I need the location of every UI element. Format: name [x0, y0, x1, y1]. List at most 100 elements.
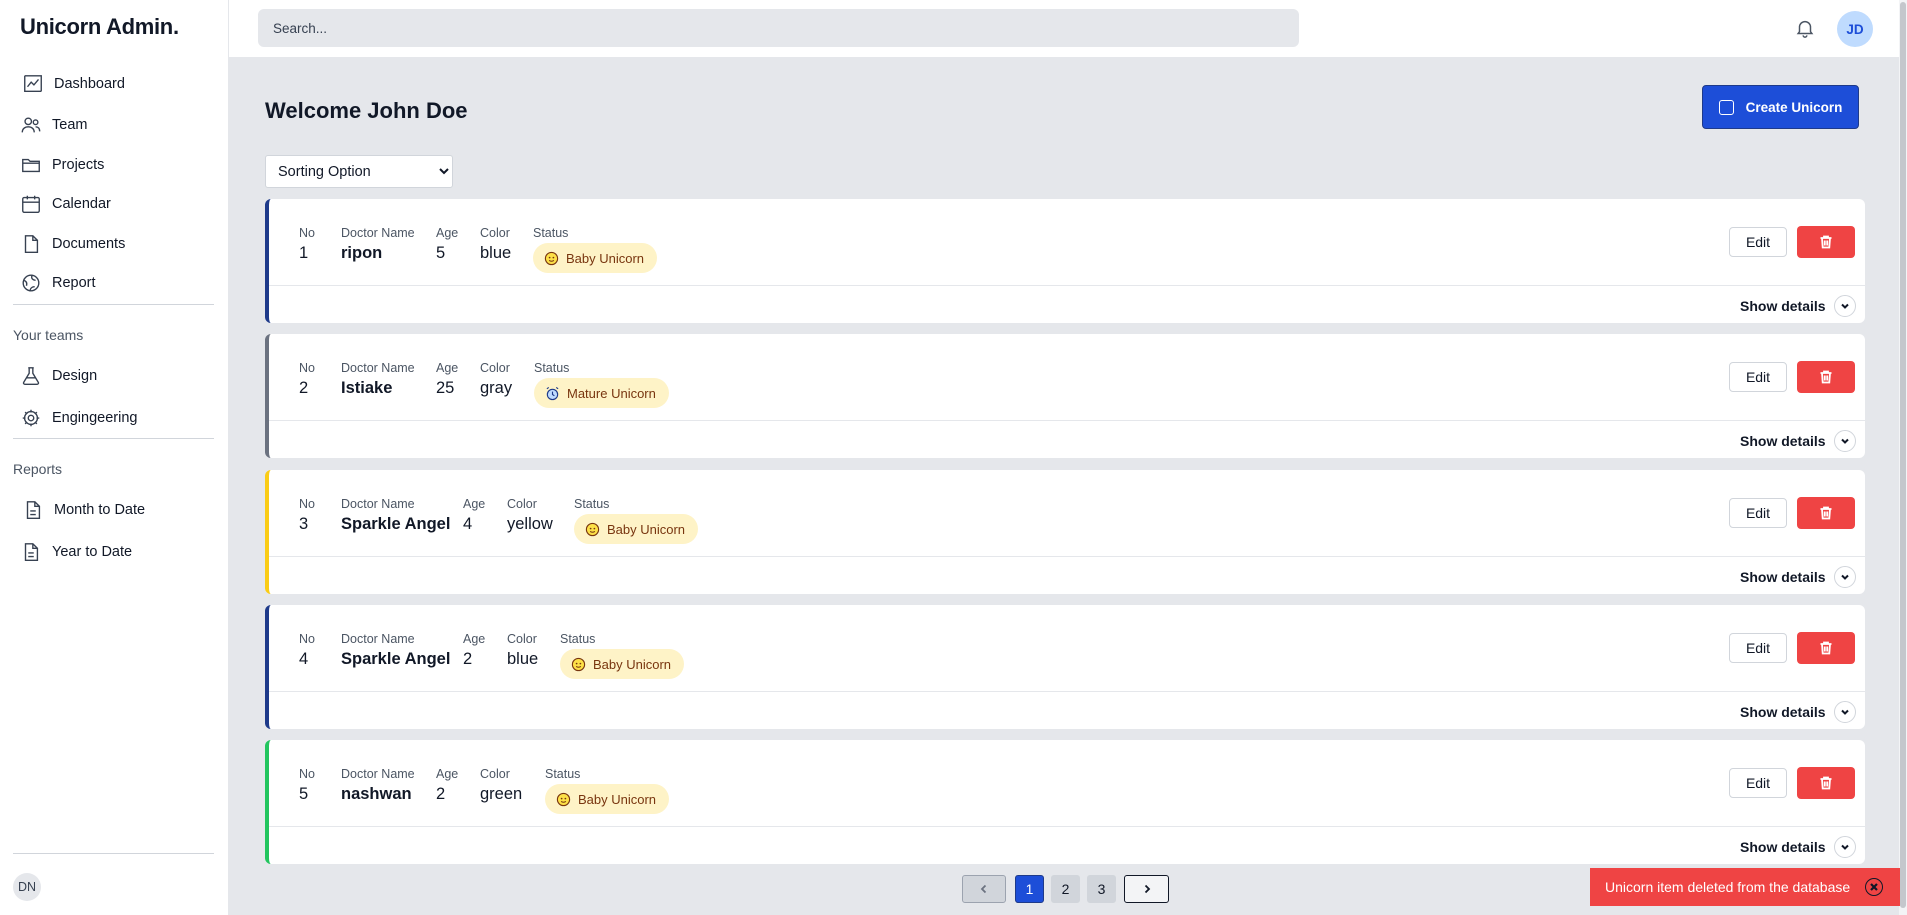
show-details-label: Show details: [1740, 433, 1826, 449]
show-details-toggle[interactable]: Show details: [1740, 430, 1856, 452]
item-number: 1: [299, 244, 309, 262]
chevron-down-icon: [1833, 430, 1856, 452]
field-label: Doctor Name: [341, 767, 415, 781]
baby-face-icon: [571, 657, 586, 671]
field-label: No: [299, 226, 315, 240]
sidebar-item-engineering[interactable]: Engingeering: [20, 406, 137, 430]
sidebar-item-documents[interactable]: Documents: [20, 232, 125, 256]
age-value: 5: [436, 244, 446, 262]
page-button-2[interactable]: 2: [1051, 875, 1080, 903]
item-number: 2: [299, 379, 309, 397]
page-scrollbar[interactable]: [1899, 0, 1907, 915]
sidebar-item-year-to-date[interactable]: Year to Date: [20, 540, 132, 564]
delete-button[interactable]: [1797, 226, 1855, 258]
field-label: Color: [480, 226, 510, 240]
trash-icon: [1820, 235, 1832, 249]
close-icon[interactable]: [1865, 878, 1883, 896]
field-color: Color yellow: [507, 497, 553, 534]
card-summary-row: No 4 Doctor Name Sparkle Angel Age 2 Col…: [269, 605, 1865, 692]
field-label: Doctor Name: [341, 497, 415, 511]
users-icon: [21, 117, 41, 133]
sidebar-item-label: Month to Date: [54, 502, 146, 518]
color-value: green: [480, 785, 523, 803]
trash-icon: [1820, 776, 1832, 790]
edit-button[interactable]: Edit: [1729, 227, 1787, 257]
sidebar-item-dashboard[interactable]: Dashboard: [22, 72, 125, 96]
delete-button[interactable]: [1797, 767, 1855, 799]
sidebar-item-calendar[interactable]: Calendar: [20, 192, 111, 216]
flask-icon: [22, 367, 40, 385]
field-label: Age: [436, 226, 459, 240]
section-label-teams: Your teams: [13, 327, 84, 343]
baby-face-icon: [556, 792, 571, 806]
field-label: Doctor Name: [341, 226, 415, 240]
field-label: Doctor Name: [341, 361, 415, 375]
field-age: Age 4: [463, 497, 485, 534]
sidebar-item-projects[interactable]: Projects: [20, 153, 104, 177]
create-unicorn-button[interactable]: Create Unicorn: [1702, 85, 1859, 129]
chart-icon: [24, 75, 42, 93]
show-details-toggle[interactable]: Show details: [1740, 836, 1856, 858]
sidebar-item-label: Team: [52, 117, 88, 133]
field-color: Color green: [480, 767, 522, 804]
field-color: Color gray: [480, 361, 512, 398]
color-value: yellow: [507, 515, 553, 533]
baby-face-icon: [544, 251, 559, 265]
field-no: No 5: [299, 767, 315, 804]
page-button-1[interactable]: 1: [1015, 875, 1044, 903]
show-details-toggle[interactable]: Show details: [1740, 701, 1856, 723]
field-no: No 3: [299, 497, 315, 534]
alarm-clock-icon: [546, 386, 559, 400]
document-icon: [24, 543, 39, 561]
sidebar-item-month-to-date[interactable]: Month to Date: [22, 498, 145, 522]
show-details-toggle[interactable]: Show details: [1740, 295, 1856, 317]
sidebar-item-team[interactable]: Team: [20, 113, 87, 137]
field-age: Age 25: [436, 361, 458, 398]
next-page-button[interactable]: [1124, 875, 1169, 903]
sidebar-item-label: Engingeering: [52, 410, 138, 426]
user-avatar[interactable]: DN: [13, 873, 41, 901]
field-label: No: [299, 497, 315, 511]
page-button-3[interactable]: 3: [1087, 875, 1116, 903]
field-color: Color blue: [480, 226, 511, 263]
profile-avatar[interactable]: JD: [1837, 11, 1873, 47]
sidebar-item-label: Projects: [52, 157, 105, 173]
field-label: Age: [463, 497, 486, 511]
show-details-label: Show details: [1740, 839, 1826, 855]
delete-button[interactable]: [1797, 361, 1855, 393]
field-doctor-name: Doctor Name Istiake: [341, 361, 415, 398]
doctor-name: ripon: [341, 244, 383, 262]
sorting-select[interactable]: Sorting Option: [265, 155, 453, 188]
field-label: No: [299, 632, 315, 646]
sidebar-item-report[interactable]: Report: [20, 271, 96, 295]
page-title: Welcome John Doe: [265, 98, 468, 123]
sidebar-item-design[interactable]: Design: [20, 364, 97, 388]
chevron-down-icon: [1833, 295, 1856, 317]
doctor-name: Sparkle Angel: [341, 515, 451, 533]
edit-button[interactable]: Edit: [1729, 362, 1787, 392]
search-input[interactable]: [258, 9, 1299, 47]
section-label-reports: Reports: [13, 461, 63, 477]
field-label: Age: [436, 767, 459, 781]
delete-button[interactable]: [1797, 632, 1855, 664]
field-age: Age 2: [436, 767, 458, 804]
divider: [13, 304, 214, 305]
unicorn-card: No 2 Doctor Name Istiake Age 25 Color gr…: [265, 334, 1865, 458]
doctor-name: Sparkle Angel: [341, 650, 451, 668]
unicorn-card: No 3 Doctor Name Sparkle Angel Age 4 Col…: [265, 470, 1865, 594]
delete-button[interactable]: [1797, 497, 1855, 529]
sidebar-item-label: Report: [52, 275, 96, 291]
status-text: Baby Unicorn: [607, 521, 686, 537]
bell-icon[interactable]: [1794, 17, 1816, 39]
edit-button[interactable]: Edit: [1729, 498, 1787, 528]
show-details-label: Show details: [1740, 704, 1826, 720]
app-logo: Unicorn Admin.: [20, 14, 179, 39]
edit-button[interactable]: Edit: [1729, 633, 1787, 663]
chevron-down-icon: [1833, 701, 1856, 723]
show-details-toggle[interactable]: Show details: [1740, 566, 1856, 588]
edit-button[interactable]: Edit: [1729, 768, 1787, 798]
status-badge: Baby Unicorn: [560, 649, 685, 679]
field-label: Color: [507, 632, 537, 646]
trash-icon: [1820, 370, 1832, 384]
prev-page-button[interactable]: [962, 875, 1006, 903]
